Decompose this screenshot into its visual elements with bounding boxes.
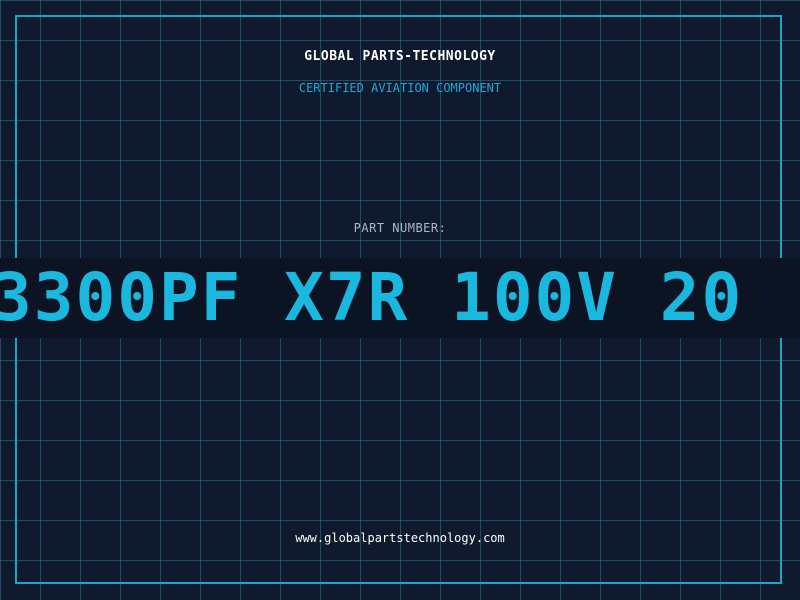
part-number-band: 3300PF X7R 100V 20 — [0, 258, 800, 338]
label-card: GLOBAL PARTS-TECHNOLOGY CERTIFIED AVIATI… — [0, 0, 800, 600]
certification-subtitle: CERTIFIED AVIATION COMPONENT — [298, 81, 502, 95]
brand-name: GLOBAL PARTS-TECHNOLOGY — [304, 49, 496, 64]
website-url[interactable]: www.globalpartstechnology.com — [0, 531, 800, 545]
part-number-value: 3300PF X7R 100V 20 — [0, 259, 744, 336]
part-number-label: PART NUMBER: — [353, 221, 447, 235]
